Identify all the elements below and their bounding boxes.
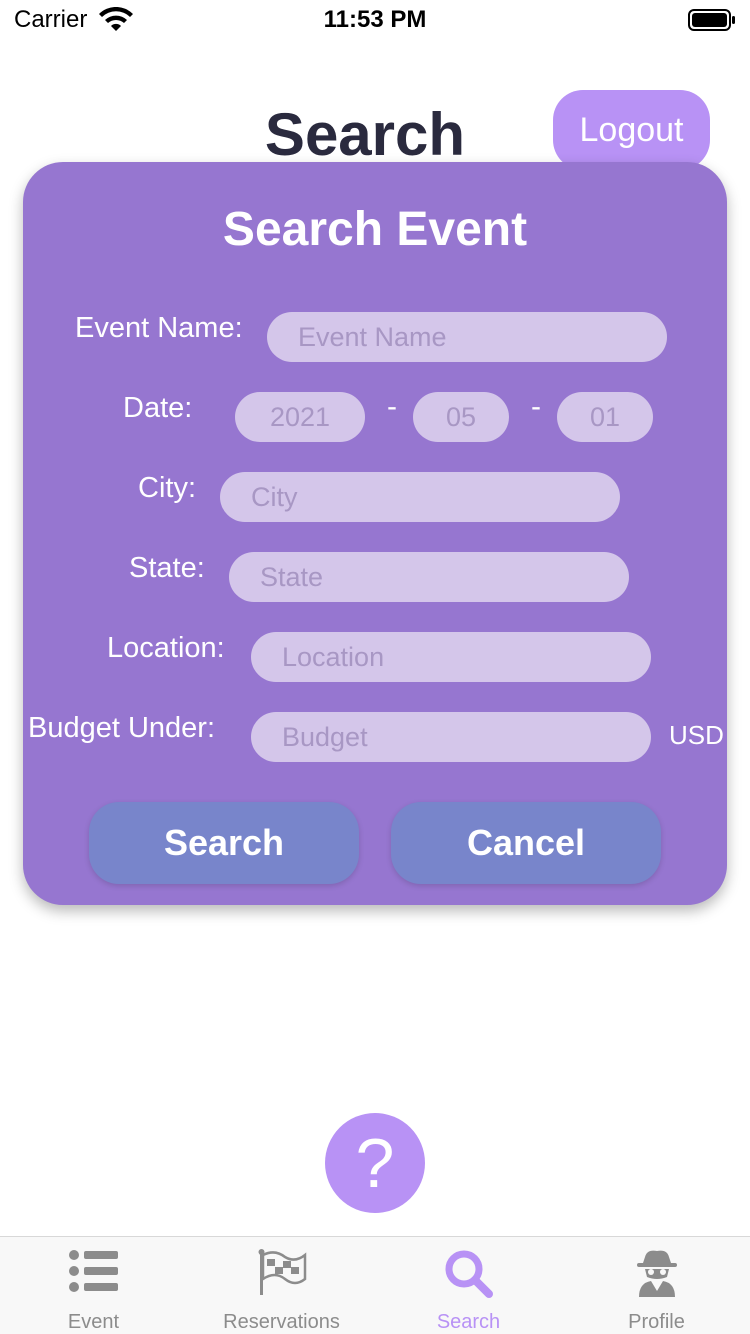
event-name-label: Event Name: (75, 312, 243, 344)
search-icon (445, 1250, 493, 1298)
tab-search[interactable]: Search (375, 1237, 562, 1334)
search-event-card: Search Event Event Name: Event Name Date… (23, 162, 727, 905)
logout-button[interactable]: Logout (553, 90, 710, 170)
state-field[interactable]: State (229, 552, 629, 602)
tab-event[interactable]: Event (0, 1237, 187, 1334)
tab-label: Profile (628, 1311, 685, 1333)
flag-icon (258, 1249, 306, 1295)
tab-profile[interactable]: Profile (563, 1237, 750, 1334)
tab-label: Event (67, 1311, 120, 1333)
tab-reservations[interactable]: Reservations (188, 1237, 375, 1334)
status-time: 11:53 PM (323, 6, 427, 33)
tab-bar: Event Reservations Search Profile (0, 1236, 750, 1334)
location-label: Location: (107, 632, 225, 664)
budget-unit-label: USD (669, 720, 724, 750)
date-label: Date: (123, 392, 193, 424)
list-icon (68, 1250, 118, 1292)
budget-label: Budget Under: (28, 712, 216, 744)
card-title: Search Event (222, 203, 528, 256)
date-separator: - (387, 390, 397, 423)
date-month-field[interactable]: 05 (413, 392, 509, 442)
help-button[interactable]: ? (325, 1113, 425, 1213)
event-name-field[interactable]: Event Name (267, 312, 667, 362)
date-year-field[interactable]: 2021 (235, 392, 365, 442)
date-separator: - (531, 390, 541, 423)
cancel-button[interactable]: Cancel (391, 802, 661, 884)
search-button[interactable]: Search (89, 802, 359, 884)
date-day-field[interactable]: 01 (557, 392, 653, 442)
budget-field[interactable]: Budget (251, 712, 651, 762)
location-field[interactable]: Location (251, 632, 651, 682)
status-bar: Carrier 11:53 PM (0, 0, 750, 40)
city-label: City: (138, 472, 196, 504)
spy-icon (636, 1250, 677, 1297)
tab-label: Reservations (223, 1311, 340, 1333)
city-field[interactable]: City (220, 472, 620, 522)
battery-icon (688, 9, 735, 31)
tab-label: Search (436, 1311, 501, 1333)
state-label: State: (129, 552, 205, 584)
